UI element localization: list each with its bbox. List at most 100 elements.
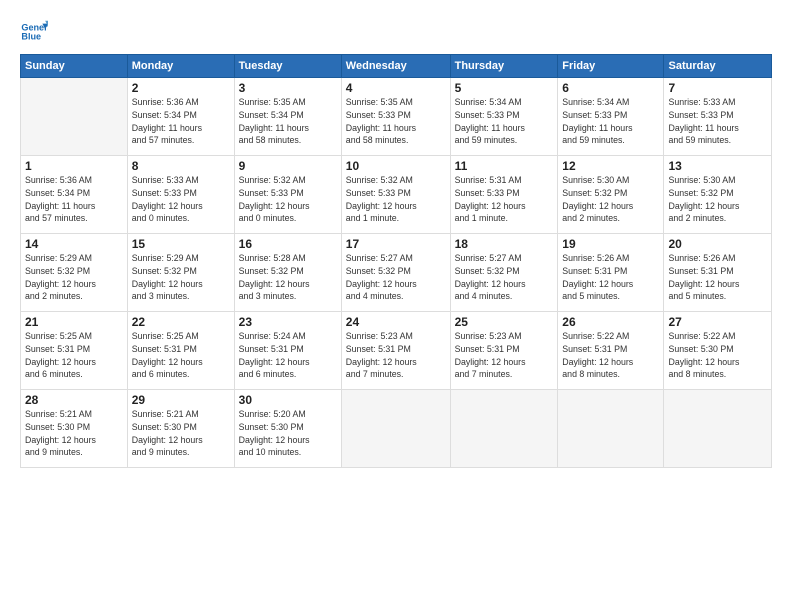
calendar-cell: 4Sunrise: 5:35 AMSunset: 5:33 PMDaylight…: [341, 78, 450, 156]
day-number: 8: [132, 159, 230, 173]
day-number: 25: [455, 315, 554, 329]
calendar-cell: 5Sunrise: 5:34 AMSunset: 5:33 PMDaylight…: [450, 78, 558, 156]
day-info: Sunrise: 5:22 AMSunset: 5:31 PMDaylight:…: [562, 330, 659, 381]
calendar-cell: 2Sunrise: 5:36 AMSunset: 5:34 PMDaylight…: [127, 78, 234, 156]
day-info: Sunrise: 5:30 AMSunset: 5:32 PMDaylight:…: [668, 174, 767, 225]
calendar-row: 2Sunrise: 5:36 AMSunset: 5:34 PMDaylight…: [21, 78, 772, 156]
day-number: 19: [562, 237, 659, 251]
day-info: Sunrise: 5:29 AMSunset: 5:32 PMDaylight:…: [25, 252, 123, 303]
day-info: Sunrise: 5:31 AMSunset: 5:33 PMDaylight:…: [455, 174, 554, 225]
calendar-cell: [664, 390, 772, 468]
col-header-thursday: Thursday: [450, 55, 558, 78]
col-header-wednesday: Wednesday: [341, 55, 450, 78]
day-info: Sunrise: 5:32 AMSunset: 5:33 PMDaylight:…: [239, 174, 337, 225]
day-info: Sunrise: 5:27 AMSunset: 5:32 PMDaylight:…: [455, 252, 554, 303]
header: General Blue: [20, 18, 772, 46]
day-number: 30: [239, 393, 337, 407]
day-number: 16: [239, 237, 337, 251]
calendar-cell: [341, 390, 450, 468]
day-info: Sunrise: 5:27 AMSunset: 5:32 PMDaylight:…: [346, 252, 446, 303]
day-number: 29: [132, 393, 230, 407]
day-info: Sunrise: 5:36 AMSunset: 5:34 PMDaylight:…: [25, 174, 123, 225]
calendar-cell: 21Sunrise: 5:25 AMSunset: 5:31 PMDayligh…: [21, 312, 128, 390]
day-info: Sunrise: 5:35 AMSunset: 5:34 PMDaylight:…: [239, 96, 337, 147]
logo-icon: General Blue: [20, 18, 48, 46]
day-number: 2: [132, 81, 230, 95]
svg-text:Blue: Blue: [21, 32, 41, 42]
calendar-row: 28Sunrise: 5:21 AMSunset: 5:30 PMDayligh…: [21, 390, 772, 468]
day-number: 11: [455, 159, 554, 173]
day-number: 13: [668, 159, 767, 173]
day-number: 23: [239, 315, 337, 329]
day-number: 24: [346, 315, 446, 329]
calendar-cell: 25Sunrise: 5:23 AMSunset: 5:31 PMDayligh…: [450, 312, 558, 390]
calendar-cell: 11Sunrise: 5:31 AMSunset: 5:33 PMDayligh…: [450, 156, 558, 234]
day-info: Sunrise: 5:26 AMSunset: 5:31 PMDaylight:…: [562, 252, 659, 303]
calendar-cell: 23Sunrise: 5:24 AMSunset: 5:31 PMDayligh…: [234, 312, 341, 390]
day-info: Sunrise: 5:21 AMSunset: 5:30 PMDaylight:…: [132, 408, 230, 459]
day-number: 5: [455, 81, 554, 95]
calendar-cell: 8Sunrise: 5:33 AMSunset: 5:33 PMDaylight…: [127, 156, 234, 234]
day-number: 7: [668, 81, 767, 95]
calendar-header-row: SundayMondayTuesdayWednesdayThursdayFrid…: [21, 55, 772, 78]
day-info: Sunrise: 5:35 AMSunset: 5:33 PMDaylight:…: [346, 96, 446, 147]
day-info: Sunrise: 5:33 AMSunset: 5:33 PMDaylight:…: [668, 96, 767, 147]
calendar-cell: [21, 78, 128, 156]
calendar-cell: 22Sunrise: 5:25 AMSunset: 5:31 PMDayligh…: [127, 312, 234, 390]
day-number: 20: [668, 237, 767, 251]
calendar-cell: 10Sunrise: 5:32 AMSunset: 5:33 PMDayligh…: [341, 156, 450, 234]
calendar-cell: 13Sunrise: 5:30 AMSunset: 5:32 PMDayligh…: [664, 156, 772, 234]
day-number: 3: [239, 81, 337, 95]
calendar-row: 21 Sunrise: 5:25 AMSunset: 5:31 PMDayligh…: [21, 312, 772, 390]
col-header-sunday: Sunday: [21, 55, 128, 78]
calendar-cell: 24Sunrise: 5:23 AMSunset: 5:31 PMDayligh…: [341, 312, 450, 390]
calendar-cell: [558, 390, 664, 468]
calendar-cell: 7Sunrise: 5:33 AMSunset: 5:33 PMDaylight…: [664, 78, 772, 156]
calendar-cell: 26Sunrise: 5:22 AMSunset: 5:31 PMDayligh…: [558, 312, 664, 390]
day-number: 1: [25, 159, 123, 173]
day-number: 26: [562, 315, 659, 329]
calendar-cell: 16Sunrise: 5:28 AMSunset: 5:32 PMDayligh…: [234, 234, 341, 312]
day-info: Sunrise: 5:30 AMSunset: 5:32 PMDaylight:…: [562, 174, 659, 225]
day-number: 28: [25, 393, 123, 407]
calendar-cell: 18Sunrise: 5:27 AMSunset: 5:32 PMDayligh…: [450, 234, 558, 312]
logo: General Blue: [20, 18, 48, 46]
day-number: 9: [239, 159, 337, 173]
day-info: Sunrise: 5:36 AMSunset: 5:34 PMDaylight:…: [132, 96, 230, 147]
day-info: Sunrise: 5:21 AMSunset: 5:30 PMDaylight:…: [25, 408, 123, 459]
day-number: 18: [455, 237, 554, 251]
day-info: Sunrise: 5:33 AMSunset: 5:33 PMDaylight:…: [132, 174, 230, 225]
calendar-cell: 9Sunrise: 5:32 AMSunset: 5:33 PMDaylight…: [234, 156, 341, 234]
day-info: Sunrise: 5:34 AMSunset: 5:33 PMDaylight:…: [562, 96, 659, 147]
calendar-cell: 28Sunrise: 5:21 AMSunset: 5:30 PMDayligh…: [21, 390, 128, 468]
day-number: 21: [25, 315, 123, 329]
day-info: Sunrise: 5:25 AMSunset: 5:31 PMDaylight:…: [132, 330, 230, 381]
day-info: Sunrise: 5:24 AMSunset: 5:31 PMDaylight:…: [239, 330, 337, 381]
calendar-cell: 15Sunrise: 5:29 AMSunset: 5:32 PMDayligh…: [127, 234, 234, 312]
calendar-cell: 1Sunrise: 5:36 AMSunset: 5:34 PMDaylight…: [21, 156, 128, 234]
calendar-cell: 20Sunrise: 5:26 AMSunset: 5:31 PMDayligh…: [664, 234, 772, 312]
day-number: 14: [25, 237, 123, 251]
calendar-cell: [450, 390, 558, 468]
day-number: 10: [346, 159, 446, 173]
calendar-row: 14Sunrise: 5:29 AMSunset: 5:32 PMDayligh…: [21, 234, 772, 312]
day-info: Sunrise: 5:23 AMSunset: 5:31 PMDaylight:…: [455, 330, 554, 381]
day-info: Sunrise: 5:20 AMSunset: 5:30 PMDaylight:…: [239, 408, 337, 459]
calendar-cell: 29Sunrise: 5:21 AMSunset: 5:30 PMDayligh…: [127, 390, 234, 468]
calendar-cell: 6Sunrise: 5:34 AMSunset: 5:33 PMDaylight…: [558, 78, 664, 156]
calendar-cell: 19Sunrise: 5:26 AMSunset: 5:31 PMDayligh…: [558, 234, 664, 312]
day-info: Sunrise: 5:23 AMSunset: 5:31 PMDaylight:…: [346, 330, 446, 381]
day-number: 4: [346, 81, 446, 95]
col-header-friday: Friday: [558, 55, 664, 78]
calendar-cell: 27Sunrise: 5:22 AMSunset: 5:30 PMDayligh…: [664, 312, 772, 390]
col-header-tuesday: Tuesday: [234, 55, 341, 78]
day-info: Sunrise: 5:34 AMSunset: 5:33 PMDaylight:…: [455, 96, 554, 147]
day-number: 22: [132, 315, 230, 329]
calendar-cell: 12Sunrise: 5:30 AMSunset: 5:32 PMDayligh…: [558, 156, 664, 234]
calendar-cell: 30Sunrise: 5:20 AMSunset: 5:30 PMDayligh…: [234, 390, 341, 468]
day-info: Sunrise: 5:28 AMSunset: 5:32 PMDaylight:…: [239, 252, 337, 303]
calendar-row: 1Sunrise: 5:36 AMSunset: 5:34 PMDaylight…: [21, 156, 772, 234]
calendar-table: SundayMondayTuesdayWednesdayThursdayFrid…: [20, 54, 772, 468]
day-number: 27: [668, 315, 767, 329]
col-header-monday: Monday: [127, 55, 234, 78]
